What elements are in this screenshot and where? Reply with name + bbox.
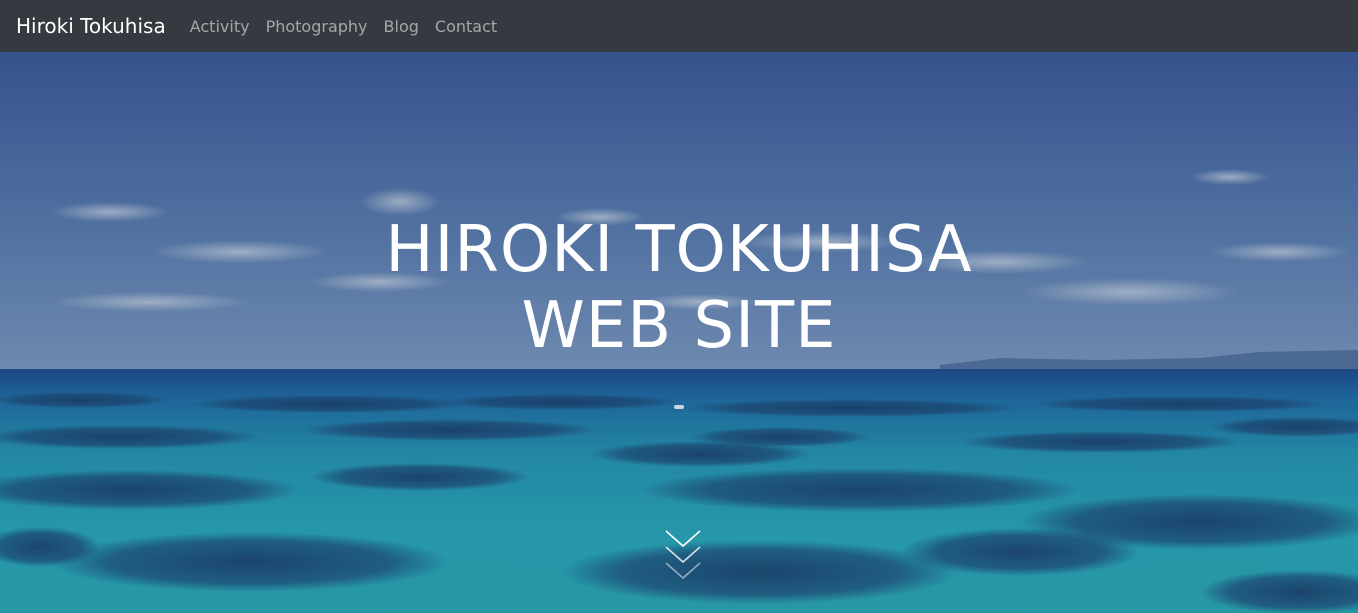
navbar-brand[interactable]: Hiroki Tokuhisa [16, 14, 166, 38]
hero-title-line-1: HIROKI TOKUHISA [385, 213, 973, 287]
nav-link-blog[interactable]: Blog [376, 17, 427, 36]
hero-section: HIROKI TOKUHISA WEB SITE [0, 52, 1358, 613]
nav-links: Activity Photography Blog Contact [182, 17, 505, 36]
nav-link-activity[interactable]: Activity [182, 17, 258, 36]
nav-link-contact[interactable]: Contact [427, 17, 505, 36]
nav-link-photography[interactable]: Photography [258, 17, 376, 36]
hero-title: HIROKI TOKUHISA WEB SITE [0, 212, 1358, 364]
hero-title-line-2: WEB SITE [521, 289, 837, 363]
top-navbar: Hiroki Tokuhisa Activity Photography Blo… [0, 0, 1358, 52]
chevron-triple-down-icon[interactable] [664, 528, 702, 584]
